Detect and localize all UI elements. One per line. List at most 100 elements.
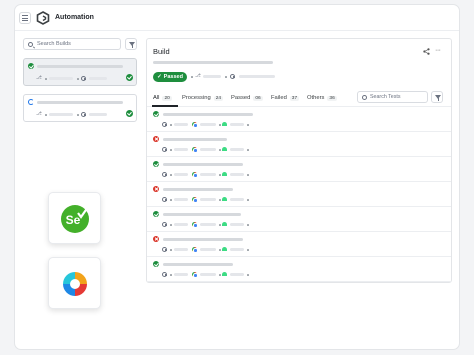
separator-dot [247, 199, 249, 201]
android-icon [222, 197, 227, 201]
tab-count: 06 [253, 96, 263, 101]
tab-failed[interactable]: Failed 37 [271, 95, 300, 101]
separator-dot [45, 114, 47, 116]
tab-label: Others [307, 95, 325, 101]
separator-dot [247, 274, 249, 276]
more-options-icon[interactable]: ··· [435, 47, 441, 54]
android-icon [222, 172, 227, 176]
placeholder-bar [230, 248, 244, 251]
separator-dot [247, 149, 249, 151]
branch-icon: ⎇ [195, 73, 201, 79]
search-tests-input[interactable]: Search Tests [357, 91, 428, 103]
app-title: Automation [55, 14, 94, 21]
chrome-icon [192, 172, 198, 178]
separator-dot [170, 199, 172, 201]
tab-label: All [153, 95, 160, 101]
test-row[interactable] [147, 132, 451, 157]
tab-processing[interactable]: Processing 24 [182, 95, 224, 101]
placeholder-bar [200, 223, 216, 226]
android-icon [222, 247, 227, 251]
search-builds-input[interactable]: Search Builds [23, 38, 121, 50]
test-row[interactable] [147, 182, 451, 207]
placeholder-bar [174, 123, 188, 126]
share-icon[interactable] [423, 48, 430, 55]
filter-icon [435, 95, 441, 101]
clock-icon [162, 147, 167, 152]
chrome-icon [192, 147, 198, 153]
separator-dot [219, 124, 221, 126]
passed-status-icon [153, 111, 159, 117]
test-row[interactable] [147, 107, 451, 132]
separator-dot [77, 114, 79, 116]
passed-badge-icon [126, 110, 133, 117]
placeholder-bar [163, 163, 243, 166]
placeholder-bar [200, 273, 216, 276]
passed-status-icon [153, 161, 159, 167]
placeholder-bar [49, 77, 73, 80]
placeholder-bar [174, 273, 188, 276]
android-icon [222, 272, 227, 276]
test-row[interactable] [147, 257, 451, 282]
chrome-icon [192, 247, 198, 253]
build-card[interactable]: ⎇ [23, 94, 137, 122]
tab-label: Processing [182, 95, 211, 101]
selenium-logo: Se [61, 205, 89, 233]
search-tests-placeholder: Search Tests [370, 94, 401, 100]
test-row[interactable] [147, 232, 451, 257]
placeholder-bar [200, 198, 216, 201]
placeholder-bar [163, 263, 233, 266]
filter-tests-button[interactable] [431, 91, 443, 103]
menu-icon[interactable] [19, 12, 31, 24]
placeholder-bar [37, 65, 123, 68]
placeholder-bar [89, 113, 107, 116]
test-row[interactable] [147, 157, 451, 182]
clock-icon [162, 272, 167, 277]
chrome-icon [192, 197, 198, 203]
filter-builds-button[interactable] [125, 38, 137, 50]
tab-passed[interactable]: Passed 06 [231, 95, 263, 101]
placeholder-bar [163, 213, 241, 216]
placeholder-bar [230, 173, 244, 176]
separator-dot [170, 274, 172, 276]
app-window: Automation Search Builds ⎇ ⎇ Build ··· ✓… [14, 4, 460, 350]
tab-all[interactable]: All 20 [153, 95, 172, 101]
clock-icon [162, 172, 167, 177]
branch-icon: ⎇ [36, 75, 42, 81]
separator-dot [170, 224, 172, 226]
build-status-label: Passed [163, 74, 183, 80]
placeholder-bar [174, 198, 188, 201]
placeholder-bar [174, 173, 188, 176]
placeholder-bar [163, 113, 253, 116]
katalon-logo-card [48, 257, 101, 309]
clock-icon [162, 197, 167, 202]
placeholder-bar [174, 223, 188, 226]
tab-label: Passed [231, 95, 251, 101]
search-builds-placeholder: Search Builds [37, 41, 71, 47]
build-card[interactable]: ⎇ [23, 58, 137, 86]
tab-others[interactable]: Others 36 [307, 95, 337, 101]
build-title: Build [153, 47, 170, 56]
separator-dot [247, 249, 249, 251]
separator-dot [170, 249, 172, 251]
placeholder-bar [203, 75, 221, 78]
test-row[interactable] [147, 207, 451, 232]
separator-dot [191, 76, 193, 78]
placeholder-bar [49, 113, 73, 116]
android-icon [222, 147, 227, 151]
placeholder-bar [37, 101, 123, 104]
placeholder-bar [230, 123, 244, 126]
placeholder-bar [163, 238, 243, 241]
placeholder-bar [163, 188, 233, 191]
check-icon: ✓ [157, 74, 162, 80]
separator-dot [247, 174, 249, 176]
separator-dot [219, 149, 221, 151]
placeholder-bar [174, 148, 188, 151]
clock-icon [162, 222, 167, 227]
separator-dot [247, 124, 249, 126]
tab-count: 24 [213, 96, 224, 101]
clock-icon [230, 74, 235, 79]
separator-dot [219, 174, 221, 176]
tab-label: Failed [271, 95, 287, 101]
search-icon [28, 41, 33, 47]
android-icon [222, 222, 227, 226]
